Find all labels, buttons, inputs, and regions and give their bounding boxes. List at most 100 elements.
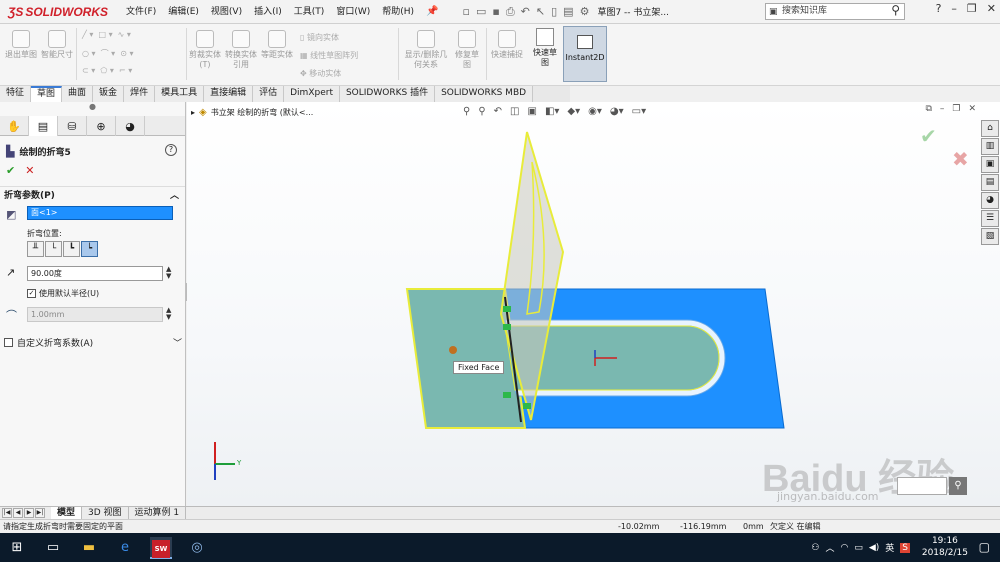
- ok-icon[interactable]: ✔: [6, 164, 15, 177]
- menu-window[interactable]: 窗口(W): [330, 0, 376, 24]
- angle-spinner-icon[interactable]: ▲ ▼: [166, 266, 171, 280]
- mirror-button[interactable]: ▯ 镜向实体: [300, 32, 339, 43]
- menu-tools[interactable]: 工具(T): [288, 0, 331, 24]
- next-tab-icon[interactable]: ▶: [24, 508, 34, 518]
- tab-features[interactable]: 特征: [0, 86, 32, 102]
- collapse-icon[interactable]: ︿: [170, 188, 179, 201]
- bend-marker-mid[interactable]: [503, 324, 511, 330]
- save-icon[interactable]: ▪: [492, 5, 499, 19]
- menu-view[interactable]: 视图(V): [205, 0, 248, 24]
- tab-dimxpert[interactable]: DimXpert: [284, 86, 340, 102]
- wifi-icon[interactable]: ◠: [840, 543, 848, 553]
- radius-spinner-icon[interactable]: ▲ ▼: [166, 307, 171, 321]
- people-icon[interactable]: ⚇: [811, 543, 819, 553]
- media-player-icon[interactable]: ◎: [186, 537, 208, 559]
- battery-icon[interactable]: ▭: [854, 543, 863, 553]
- menu-insert[interactable]: 插入(I): [248, 0, 288, 24]
- menu-file[interactable]: 文件(F): [120, 0, 162, 24]
- tab-sketch[interactable]: 草图: [31, 86, 63, 102]
- prev-tab-icon[interactable]: ◀: [13, 508, 23, 518]
- slot-icon[interactable]: ⊂ ▾ ⬠ ▾ ⌐ ▾: [82, 66, 132, 75]
- linear-pattern-button[interactable]: ▦ 线性草图阵列: [300, 50, 358, 61]
- notification-icon[interactable]: ▢: [979, 540, 990, 554]
- quick-snaps-button[interactable]: 快速捕捉: [490, 30, 524, 60]
- tab-motion-study[interactable]: 运动算例 1: [129, 507, 187, 519]
- search-icon[interactable]: ⚲: [891, 3, 900, 18]
- exit-sketch-button[interactable]: 退出草图: [4, 30, 38, 60]
- menu-help[interactable]: 帮助(H): [376, 0, 420, 24]
- options-icon[interactable]: ⚙: [580, 5, 590, 19]
- dimxpert-tab-icon[interactable]: ⊕: [87, 116, 116, 136]
- fixed-face-field[interactable]: 面<1>: [27, 206, 173, 220]
- smart-dimension-button[interactable]: 智能尺寸: [40, 30, 74, 60]
- open-icon[interactable]: ▭: [476, 5, 486, 19]
- select-icon[interactable]: ↖: [536, 5, 545, 19]
- convert-entities-button[interactable]: 转换实体引用: [224, 30, 258, 70]
- search-input[interactable]: ▣ 搜索知识库 ⚲: [765, 3, 905, 20]
- last-tab-icon[interactable]: ▶|: [35, 508, 45, 518]
- minimize-icon[interactable]: –: [951, 2, 957, 15]
- feature-tree-tab-icon[interactable]: ✋: [0, 116, 29, 136]
- config-manager-tab-icon[interactable]: ⛁: [58, 116, 87, 136]
- repair-sketch-button[interactable]: 修复草图: [452, 30, 482, 70]
- checkbox-unchecked-icon[interactable]: [4, 338, 13, 347]
- tab-direct-editing[interactable]: 直接编辑: [204, 86, 254, 102]
- bend-radius-input[interactable]: 1.00mm: [27, 307, 163, 322]
- tab-model[interactable]: 模型: [51, 507, 83, 519]
- help-button[interactable]: ?: [936, 2, 942, 15]
- task-view-icon[interactable]: ▭: [42, 537, 64, 559]
- ime-icon[interactable]: S: [900, 542, 910, 553]
- bend-marker-top[interactable]: [503, 306, 511, 312]
- checkbox-checked-icon[interactable]: ✓: [27, 289, 36, 298]
- restore-icon[interactable]: ❐: [967, 2, 977, 15]
- tab-weldments[interactable]: 焊件: [124, 86, 156, 102]
- print-icon[interactable]: ⎙: [506, 5, 515, 19]
- circle-icon[interactable]: ○ ▾ ⌒ ▾ ⊙ ▾: [82, 48, 134, 59]
- close-icon[interactable]: ✕: [987, 2, 996, 15]
- offset-button[interactable]: 等距实体: [260, 30, 294, 60]
- tab-addins[interactable]: SOLIDWORKS 插件: [339, 86, 436, 102]
- help-icon[interactable]: ?: [165, 144, 177, 156]
- tab-mbd[interactable]: SOLIDWORKS MBD: [435, 86, 534, 102]
- bend-marker-bottom[interactable]: [503, 392, 511, 398]
- solidworks-taskbar-icon[interactable]: SW: [150, 537, 172, 559]
- bend-angle-input[interactable]: 90.00度: [27, 266, 163, 281]
- tab-mold-tools[interactable]: 模具工具: [155, 86, 205, 102]
- bend-marker-end[interactable]: [523, 403, 531, 409]
- cancel-icon[interactable]: ✕: [25, 164, 34, 177]
- undo-icon[interactable]: ↶: [521, 5, 530, 19]
- material-outside-icon[interactable]: ┗: [63, 241, 80, 257]
- menu-edit[interactable]: 编辑(E): [162, 0, 205, 24]
- file-props-icon[interactable]: ▤: [563, 5, 573, 19]
- chevron-up-icon[interactable]: ︿: [825, 541, 834, 554]
- windows-start-icon[interactable]: ⊞: [6, 537, 28, 559]
- default-radius-checkbox[interactable]: ✓ 使用默认半径(U): [27, 288, 99, 299]
- trim-button[interactable]: 剪裁实体(T): [188, 30, 222, 70]
- bend-outside-icon[interactable]: ┕: [81, 241, 98, 257]
- tab-surfaces[interactable]: 曲面: [62, 86, 94, 102]
- tab-3d-view[interactable]: 3D 视图: [82, 507, 129, 519]
- relations-button[interactable]: 显示/删除几何关系: [404, 30, 448, 70]
- edge-icon[interactable]: e: [114, 537, 136, 559]
- move-button[interactable]: ✥ 移动实体: [300, 68, 341, 79]
- input-language[interactable]: 英: [885, 541, 894, 554]
- line-icon[interactable]: ╱ ▾ □ ▾ ∿ ▾: [82, 30, 131, 39]
- material-inside-icon[interactable]: └: [45, 241, 62, 257]
- clock[interactable]: 19:16 2018/2/15: [922, 535, 968, 559]
- rebuild-icon[interactable]: ▯: [551, 5, 557, 19]
- expand-icon[interactable]: ﹀: [173, 336, 182, 349]
- graphics-area[interactable]: ▸ ◈ 书立架 绘制的折弯 (默认<... ⚲ ⚲ ↶ ◫ ▣ ◧▾ ◆▾ ◉▾…: [187, 102, 1000, 506]
- property-manager-tab-icon[interactable]: ▤: [29, 116, 58, 136]
- rapid-sketch-button[interactable]: 快速草图: [530, 28, 560, 68]
- volume-icon[interactable]: ◀): [869, 543, 879, 553]
- custom-allowance-checkbox[interactable]: 自定义折弯系数(A) ﹀: [4, 336, 184, 349]
- tab-sheet-metal[interactable]: 钣金: [93, 86, 125, 102]
- first-tab-icon[interactable]: |◀: [2, 508, 12, 518]
- file-explorer-taskbar-icon[interactable]: ▬: [78, 537, 100, 559]
- instant2d-button[interactable]: Instant2D: [563, 26, 607, 82]
- tab-evaluate[interactable]: 评估: [253, 86, 285, 102]
- new-icon[interactable]: ▫: [463, 5, 470, 19]
- model-graphics[interactable]: [187, 102, 1000, 506]
- panel-grip[interactable]: ●: [0, 102, 185, 116]
- pin-icon[interactable]: 📌: [426, 6, 438, 17]
